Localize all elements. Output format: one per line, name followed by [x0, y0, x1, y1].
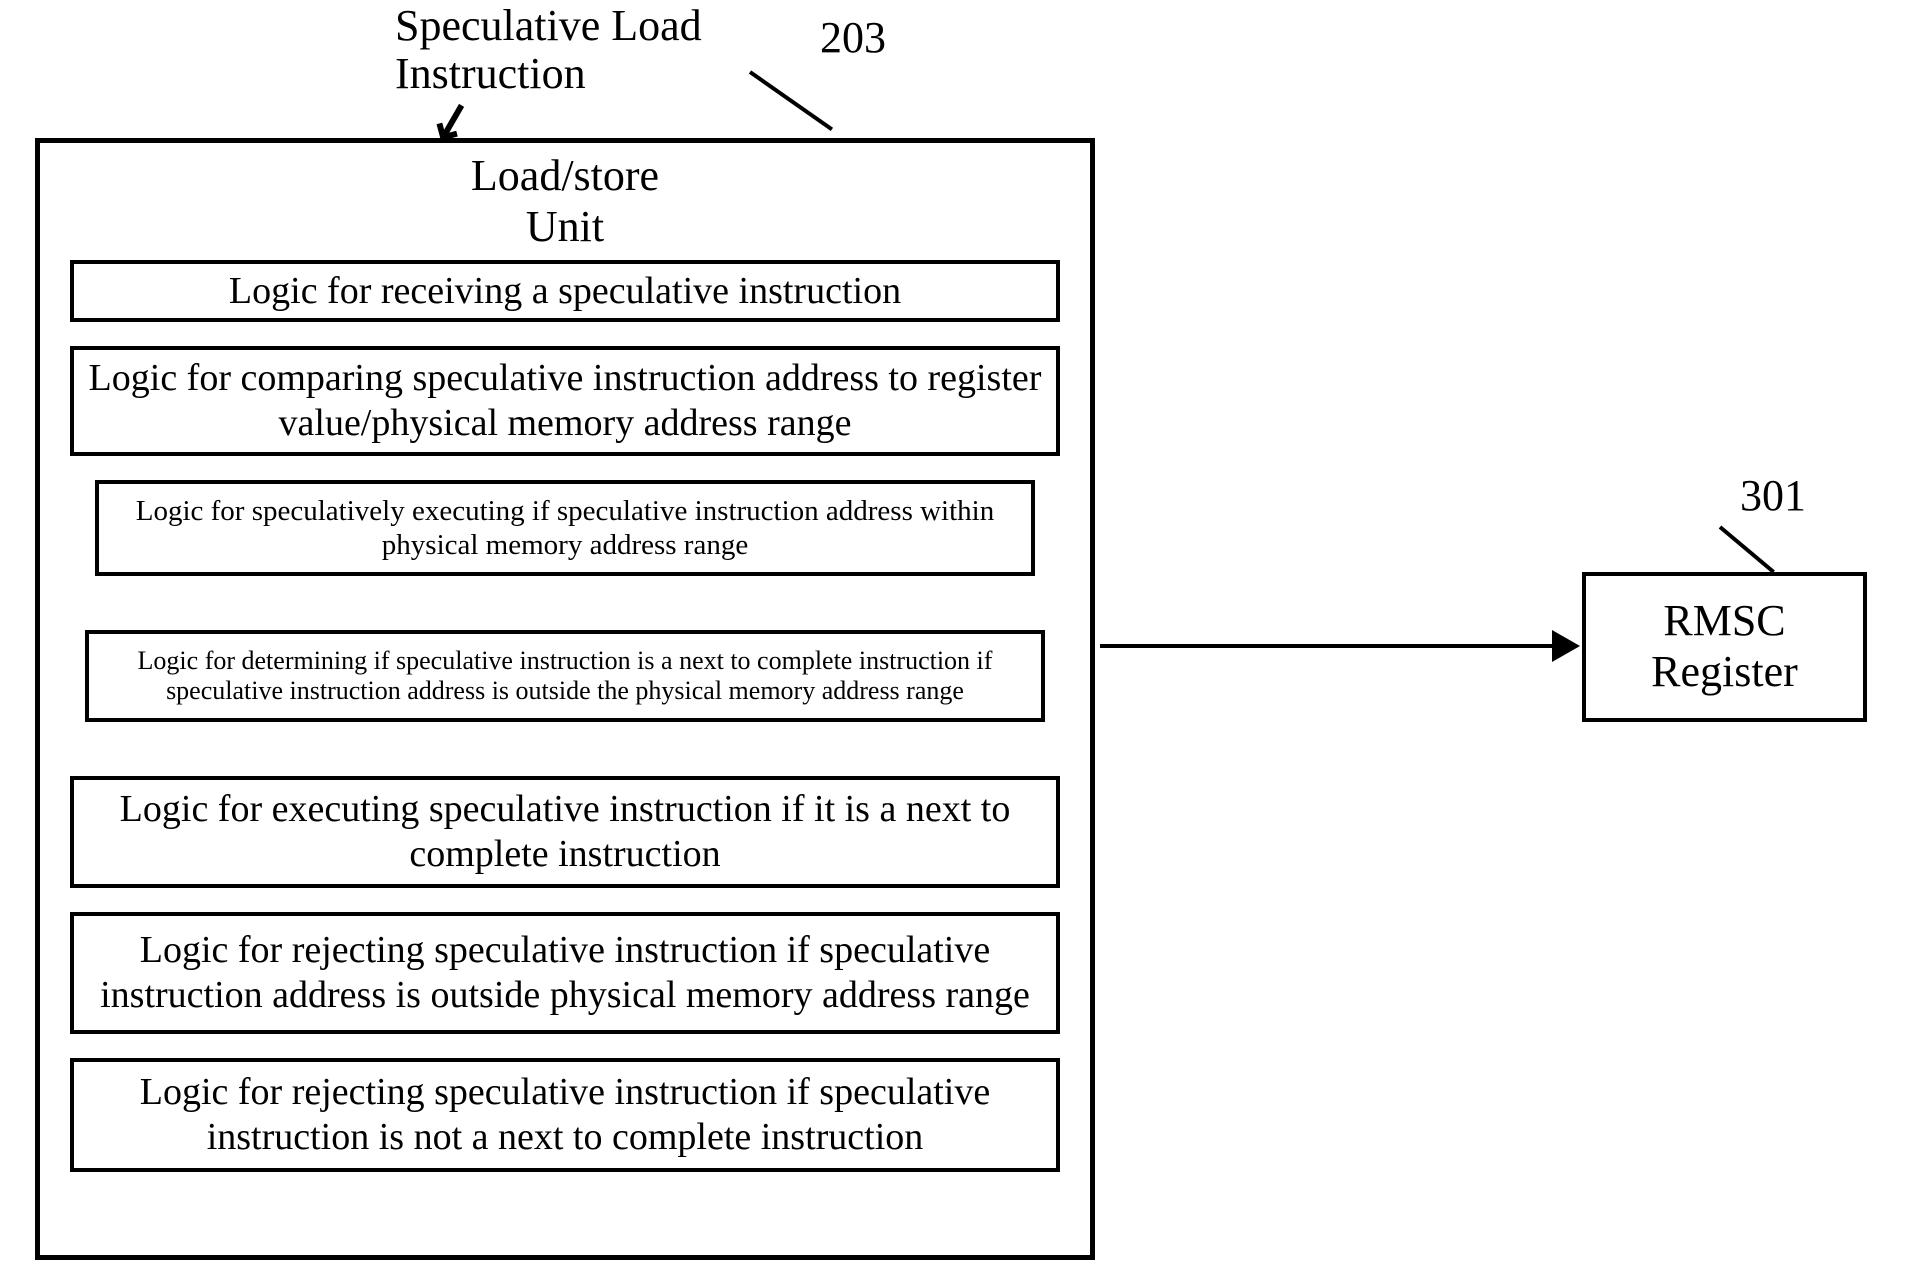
input-label: Speculative LoadInstruction — [395, 2, 702, 99]
logic-item: Logic for speculatively executing if spe… — [95, 480, 1035, 576]
logic-item: Logic for rejecting speculative instruct… — [70, 912, 1060, 1034]
logic-list: Logic for receiving a speculative instru… — [54, 260, 1076, 1172]
logic-item: Logic for determining if speculative ins… — [85, 630, 1045, 722]
load-store-unit-title: Load/storeUnit — [471, 151, 659, 252]
connector-arrow-icon — [1552, 630, 1580, 662]
connector-line — [1100, 644, 1558, 648]
logic-item: Logic for executing speculative instruct… — [70, 776, 1060, 888]
rmsc-register-block: RMSCRegister — [1582, 572, 1867, 722]
load-store-unit-block: Load/storeUnit Logic for receiving a spe… — [35, 138, 1095, 1260]
logic-item: Logic for rejecting speculative instruct… — [70, 1058, 1060, 1172]
logic-item: Logic for receiving a speculative instru… — [70, 260, 1060, 322]
ref-register-leader-line — [1719, 525, 1775, 573]
logic-item: Logic for comparing speculative instruct… — [70, 346, 1060, 456]
ref-main-number: 203 — [820, 12, 886, 63]
ref-main-leader-line — [749, 70, 833, 131]
ref-register-number: 301 — [1740, 470, 1806, 521]
